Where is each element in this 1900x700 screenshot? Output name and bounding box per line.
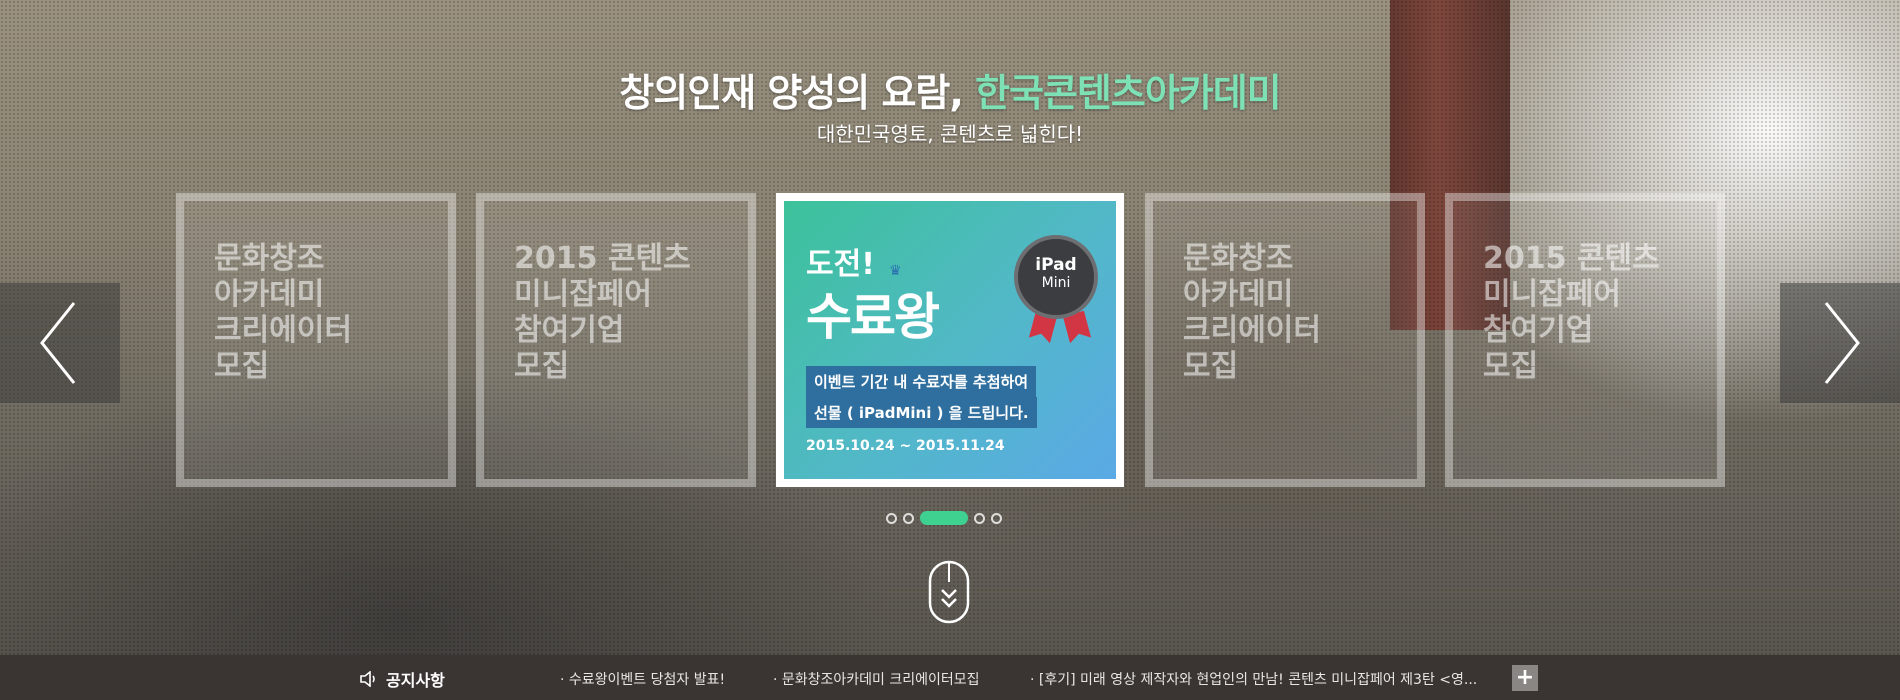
- notice-more-button[interactable]: +: [1512, 665, 1538, 691]
- slide-title: 수료왕: [806, 288, 940, 346]
- pager-dot-1[interactable]: [886, 512, 897, 524]
- event-gift: 선물 ( iPadMini ) 을 드립니다.: [806, 397, 1037, 428]
- slide-card-active[interactable]: 도전! ♛ 수료왕 iPad Mini 이벤트 기간 내 수료자를 추첨하여 선…: [776, 193, 1124, 487]
- slide-pager: [886, 511, 1002, 525]
- prev-slide-button[interactable]: [0, 283, 120, 403]
- notice-bar: 공지사항 · 수료왕이벤트 당첨자 발표! · 문화창조아카데미 크리에이터모집…: [0, 655, 1900, 700]
- slide-card-4[interactable]: 문화창조 아카데미 크리에이터 모집: [1145, 193, 1425, 487]
- notice-label: 공지사항: [360, 667, 445, 691]
- event-dates: 2015.10.24 ~ 2015.11.24: [806, 438, 1005, 454]
- chevron-right-icon: [1824, 302, 1860, 384]
- slide-card-5[interactable]: 2015 콘텐츠 미니잡페어 참여기업 모집: [1445, 193, 1725, 487]
- notice-item-1[interactable]: · 수료왕이벤트 당첨자 발표!: [560, 669, 725, 689]
- headline-main: 창의인재 양성의 요람,: [619, 71, 976, 115]
- pager-dot-4[interactable]: [974, 512, 985, 524]
- notice-item-2[interactable]: · 문화창조아카데미 크리에이터모집: [773, 669, 980, 689]
- hero-headline: 창의인재 양성의 요람, 한국콘텐츠아카데미: [0, 62, 1900, 117]
- chevron-left-icon: [40, 302, 76, 384]
- next-slide-button[interactable]: [1780, 283, 1900, 403]
- speaker-icon: [360, 671, 375, 687]
- slide-card-text: 2015 콘텐츠 미니잡페어 참여기업 모집: [514, 241, 691, 384]
- notice-item-3[interactable]: · [후기] 미래 영상 제작자와 현업인의 만남! 콘텐츠 미니잡페어 제3탄…: [1030, 669, 1477, 689]
- notice-label-text: 공지사항: [386, 671, 445, 690]
- hero-banner: 창의인재 양성의 요람, 한국콘텐츠아카데미 대한민국영토, 콘텐츠로 넓힌다!…: [0, 0, 1900, 655]
- scroll-down-mouse-icon[interactable]: [928, 560, 970, 624]
- event-description: 이벤트 기간 내 수료자를 추첨하여: [806, 366, 1037, 397]
- badge-line2: Mini: [1041, 275, 1071, 291]
- hero-subline: 대한민국영토, 콘텐츠로 넓힌다!: [816, 122, 1084, 146]
- pager-dot-5[interactable]: [991, 512, 1002, 524]
- headline-accent: 한국콘텐츠아카데미: [975, 71, 1282, 115]
- badge-line1: iPad: [1035, 255, 1077, 275]
- slide-card-text: 2015 콘텐츠 미니잡페어 참여기업 모집: [1483, 241, 1660, 384]
- pager-dot-2[interactable]: [903, 512, 914, 524]
- slide-card-text: 문화창조 아카데미 크리에이터 모집: [1183, 241, 1321, 384]
- slide-card-text: 문화창조 아카데미 크리에이터 모집: [214, 241, 352, 384]
- pager-dot-3-active[interactable]: [920, 511, 968, 525]
- ipad-mini-badge: iPad Mini: [1014, 235, 1098, 319]
- slide-card-1[interactable]: 문화창조 아카데미 크리에이터 모집: [176, 193, 456, 487]
- slide-card-2[interactable]: 2015 콘텐츠 미니잡페어 참여기업 모집: [476, 193, 756, 487]
